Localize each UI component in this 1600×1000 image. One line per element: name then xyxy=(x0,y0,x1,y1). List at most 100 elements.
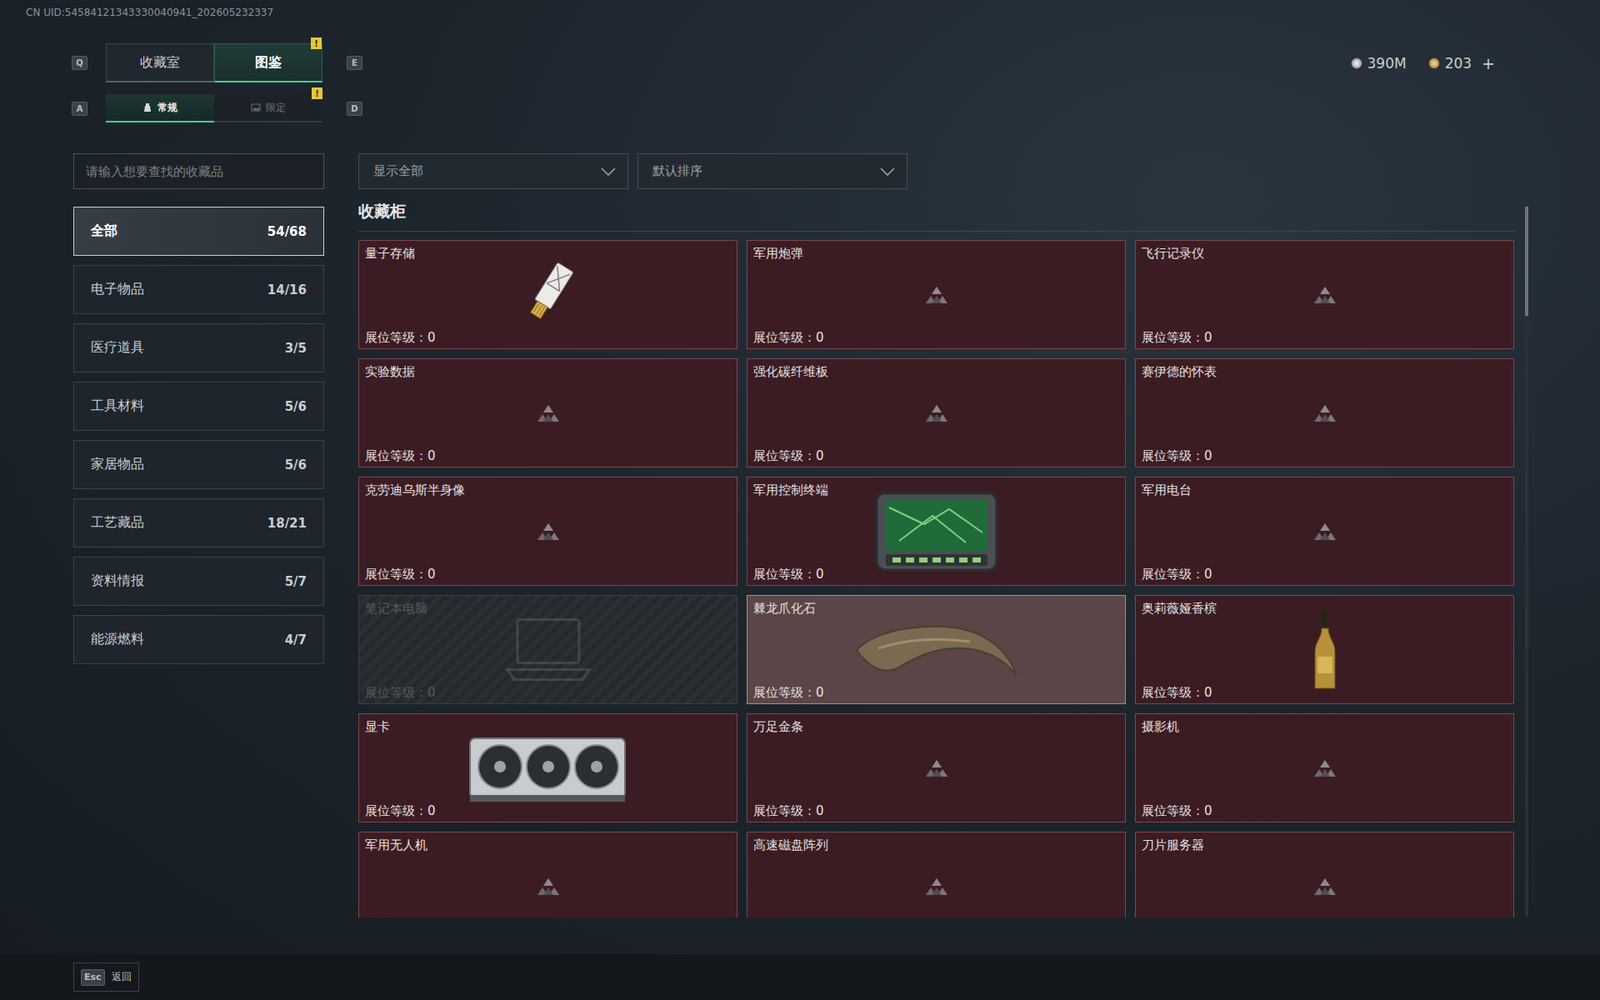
card-level: 展位等级：0 xyxy=(365,448,731,465)
filter-dropdown[interactable]: 显示全部 xyxy=(358,153,629,190)
d-key[interactable]: D xyxy=(346,101,363,116)
e-key[interactable]: E xyxy=(346,55,363,70)
chevron-down-icon xyxy=(600,167,616,176)
level-label: 展位等级： xyxy=(753,330,816,345)
sidebar-item[interactable]: 能源燃料4/7 xyxy=(73,615,325,665)
add-currency-button[interactable]: + xyxy=(1481,54,1495,73)
collection-card[interactable]: 军用电台展位等级：0 xyxy=(1135,476,1515,586)
collection-card[interactable]: 量子存储展位等级：0 xyxy=(358,240,738,350)
level-label: 展位等级： xyxy=(1141,566,1205,582)
sidebar-item[interactable]: 工艺藏品18/21 xyxy=(73,498,325,548)
card-level: 展位等级：0 xyxy=(365,566,731,583)
gold-coin-icon xyxy=(1428,57,1440,70)
section-title: 收藏柜 xyxy=(358,189,1515,232)
sidebar-item[interactable]: 资料情报5/7 xyxy=(73,556,325,606)
collection-card[interactable]: 显卡展位等级：0 xyxy=(358,713,738,823)
collection-card[interactable]: 强化碳纤维板展位等级：0 xyxy=(746,358,1126,468)
collection-card[interactable]: 高速磁盘阵列 xyxy=(746,831,1126,918)
main-tabs: 收藏室图鉴! xyxy=(105,43,323,83)
sub-tab[interactable]: 限定! xyxy=(214,94,323,123)
sidebar-item[interactable]: 医疗道具3/5 xyxy=(73,323,325,373)
category-count: 5/6 xyxy=(285,457,307,473)
unknown-item-icon xyxy=(1313,759,1337,778)
collection-card[interactable]: 摄影机展位等级：0 xyxy=(1135,713,1515,823)
item-image xyxy=(1312,608,1338,692)
sidebar-item[interactable]: 全部54/68 xyxy=(73,206,325,256)
a-key[interactable]: A xyxy=(71,101,88,116)
card-name: 克劳迪乌斯半身像 xyxy=(365,482,731,499)
search-field[interactable] xyxy=(73,153,325,190)
collection-card[interactable]: 棘龙爪化石展位等级：0 xyxy=(746,595,1126,705)
image-icon xyxy=(250,102,261,113)
collection-column: 收藏柜量子存储展位等级：0军用炮弹展位等级：0飞行记录仪展位等级：0实验数据展位… xyxy=(358,189,1515,955)
card-level: 展位等级：0 xyxy=(1141,448,1508,465)
level-value: 0 xyxy=(427,448,436,464)
tab-label: 图鉴 xyxy=(255,54,282,72)
scrollbar[interactable] xyxy=(1525,206,1529,917)
left-panel: 全部54/68 电子物品14/16 医疗道具3/5 工具材料5/6 家居物品 5/6 工艺藏… xyxy=(73,153,325,955)
collection-card[interactable]: 实验数据展位等级：0 xyxy=(358,358,738,468)
card-name: 强化碳纤维板 xyxy=(753,364,1120,380)
sidebar-item[interactable]: 家居物品 5/6 xyxy=(73,440,325,490)
sidebar-item[interactable]: 工具材料5/6 xyxy=(73,381,325,431)
right-panel: 显示全部默认排序收藏柜量子存储展位等级：0军用炮弹展位等级：0飞行记录仪展位等级… xyxy=(358,153,1534,955)
level-value: 0 xyxy=(1204,566,1213,582)
card-level: 展位等级：0 xyxy=(365,330,731,346)
collection-card[interactable]: 军用无人机 xyxy=(358,831,738,918)
sidebar-item[interactable]: 电子物品14/16 xyxy=(73,265,325,315)
dropdown-value: 默认排序 xyxy=(652,163,703,180)
sub-bar: A 常规 限定! D xyxy=(0,94,1600,123)
collection-card[interactable]: 奥莉薇娅香槟展位等级：0 xyxy=(1135,595,1515,705)
card-name: 军用电台 xyxy=(1141,482,1508,499)
level-value: 0 xyxy=(815,803,825,819)
unknown-item-icon xyxy=(1313,285,1337,305)
collection-card[interactable]: 克劳迪乌斯半身像展位等级：0 xyxy=(358,476,738,586)
bottom-bar: Esc返回 xyxy=(0,954,1600,1000)
category-label: 家居物品 xyxy=(90,455,145,474)
scrollbar-thumb[interactable] xyxy=(1525,206,1529,316)
currency-amount: 203 xyxy=(1445,55,1472,72)
item-image xyxy=(466,731,630,805)
collection-card[interactable]: 军用控制终端展位等级：0 xyxy=(746,476,1126,586)
item-image xyxy=(515,257,582,333)
level-label: 展位等级： xyxy=(1141,803,1205,819)
category-count: 18/21 xyxy=(267,515,307,531)
level-label: 展位等级： xyxy=(753,803,816,819)
collection-card[interactable]: 军用炮弹展位等级：0 xyxy=(746,240,1126,350)
card-name: 军用炮弹 xyxy=(753,245,1120,262)
collection-card[interactable]: 万足金条展位等级：0 xyxy=(746,713,1126,823)
level-value: 0 xyxy=(815,330,825,345)
card-name: 实验数据 xyxy=(365,364,731,380)
uid-label: CN UID:54584121343330040941_202605232337 xyxy=(0,0,1600,25)
collection-card[interactable]: 赛伊德的怀表展位等级：0 xyxy=(1135,358,1515,468)
unknown-item-icon xyxy=(1313,404,1337,423)
sub-tab-label: 常规 xyxy=(157,100,178,115)
back-button[interactable]: Esc返回 xyxy=(73,962,140,992)
level-value: 0 xyxy=(815,448,825,464)
tab-badge: ! xyxy=(311,87,323,100)
sub-tabs: 常规 限定! xyxy=(105,94,323,123)
card-level: 展位等级：0 xyxy=(753,330,1120,346)
collection-card[interactable]: 刀片服务器 xyxy=(1135,831,1515,918)
card-level: 展位等级：0 xyxy=(753,448,1120,465)
collection-card: 笔记本电脑展位等级：0 xyxy=(358,595,738,705)
card-name: 万足金条 xyxy=(753,719,1120,735)
level-value: 0 xyxy=(815,566,825,582)
main-tab[interactable]: 收藏室 xyxy=(105,43,215,83)
card-name: 飞行记录仪 xyxy=(1141,245,1508,262)
card-name: 量子存储 xyxy=(365,245,731,262)
card-name: 赛伊德的怀表 xyxy=(1141,364,1508,380)
collection-grid: 量子存储展位等级：0军用炮弹展位等级：0飞行记录仪展位等级：0实验数据展位等级：… xyxy=(358,240,1515,918)
level-value: 0 xyxy=(815,685,825,700)
filter-dropdown[interactable]: 默认排序 xyxy=(637,153,908,190)
unknown-item-icon xyxy=(536,404,560,423)
collection-card[interactable]: 飞行记录仪展位等级：0 xyxy=(1135,240,1515,350)
content: 全部54/68 电子物品14/16 医疗道具3/5 工具材料5/6 家居物品 5/6 工艺藏… xyxy=(0,153,1600,955)
category-count: 54/68 xyxy=(267,224,307,240)
main-tab[interactable]: 图鉴! xyxy=(214,43,323,83)
card-name: 军用控制终端 xyxy=(753,482,1120,499)
category-label: 医疗道具 xyxy=(90,339,145,357)
sub-tab[interactable]: 常规 xyxy=(105,94,215,123)
card-name: 刀片服务器 xyxy=(1141,837,1508,854)
q-key[interactable]: Q xyxy=(71,55,88,70)
